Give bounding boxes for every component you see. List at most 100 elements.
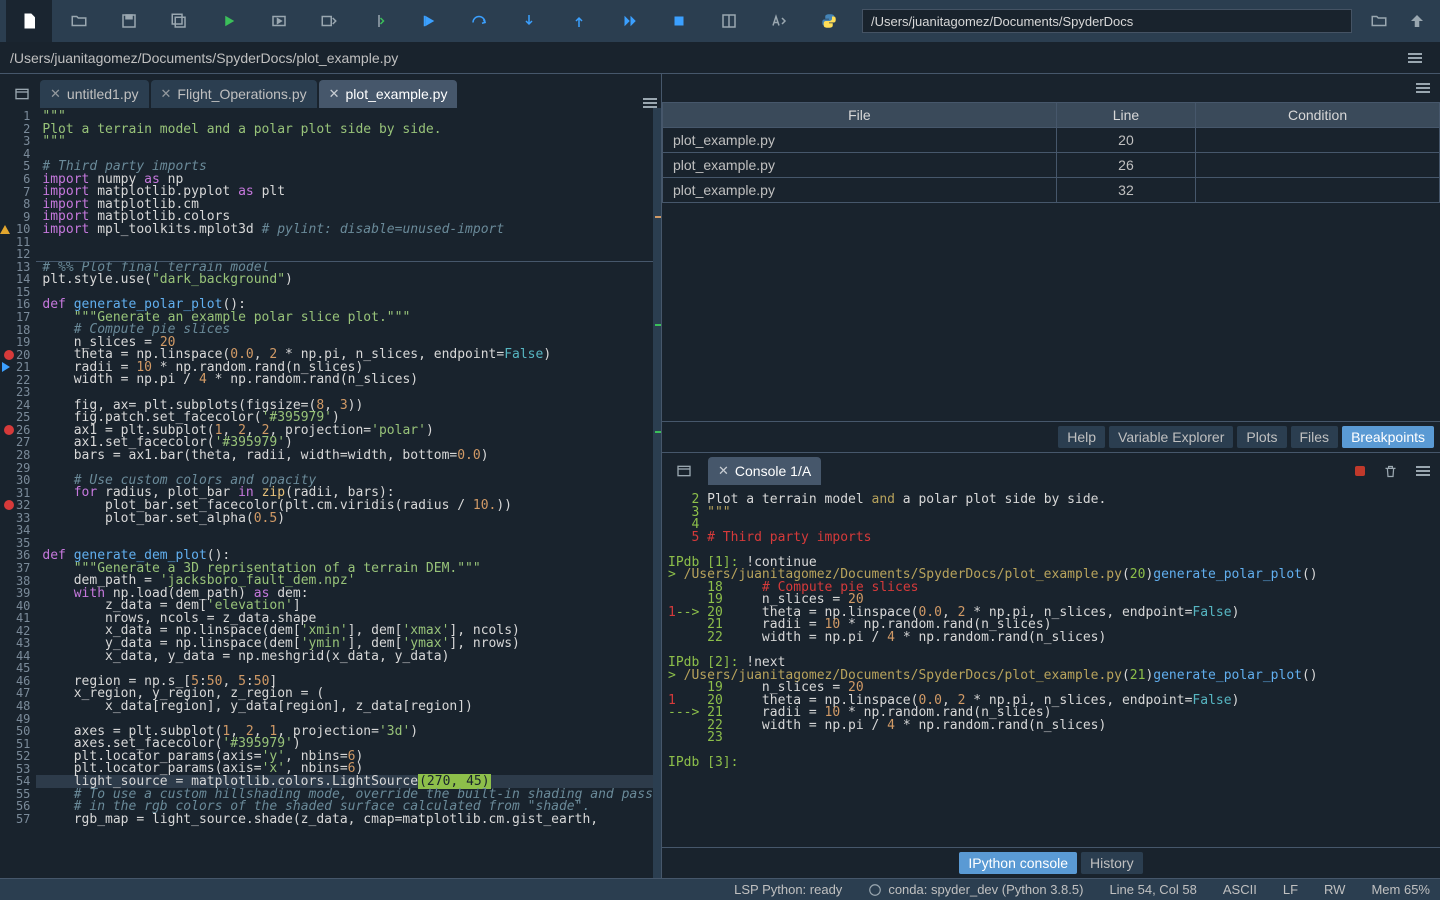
line-number[interactable]: 24: [0, 399, 36, 412]
run-selection-button[interactable]: [356, 0, 402, 42]
line-number[interactable]: 23: [0, 386, 36, 399]
console-bot-tab-history[interactable]: History: [1081, 852, 1143, 874]
table-row[interactable]: plot_example.py26: [663, 153, 1440, 178]
line-number[interactable]: 13: [0, 261, 36, 274]
line-number[interactable]: 2: [0, 123, 36, 136]
code-line[interactable]: plot_bar.set_alpha(0.5): [36, 512, 653, 525]
line-number[interactable]: 35: [0, 537, 36, 550]
line-number[interactable]: 30: [0, 474, 36, 487]
breakpoint-icon[interactable]: [4, 350, 14, 360]
line-number[interactable]: 6: [0, 173, 36, 186]
line-number[interactable]: 19: [0, 336, 36, 349]
line-number[interactable]: 27: [0, 436, 36, 449]
save-button[interactable]: [106, 0, 152, 42]
code-line[interactable]: width = np.pi / 4 * np.random.rand(n_sli…: [36, 373, 653, 386]
pane-tab-breakpoints[interactable]: Breakpoints: [1342, 426, 1434, 448]
pane-tab-variable-explorer[interactable]: Variable Explorer: [1109, 426, 1233, 448]
line-number[interactable]: 38: [0, 574, 36, 587]
line-number[interactable]: 10: [0, 223, 36, 236]
code-line[interactable]: x_region, y_region, z_region = (: [36, 687, 653, 700]
line-number[interactable]: 7: [0, 185, 36, 198]
code-line[interactable]: plot_bar.set_facecolor(plt.cm.viridis(ra…: [36, 499, 653, 512]
line-number[interactable]: 50: [0, 725, 36, 738]
line-number[interactable]: 5: [0, 160, 36, 173]
run-file-button[interactable]: [206, 0, 252, 42]
line-number[interactable]: 55: [0, 788, 36, 801]
line-number[interactable]: 14: [0, 273, 36, 286]
line-number[interactable]: 9: [0, 210, 36, 223]
line-number[interactable]: 17: [0, 311, 36, 324]
line-number[interactable]: 51: [0, 737, 36, 750]
line-number[interactable]: 49: [0, 712, 36, 725]
console-tab[interactable]: ✕ Console 1/A: [708, 457, 821, 485]
code-line[interactable]: Plot a terrain model and a polar plot si…: [36, 123, 653, 136]
code-line[interactable]: dem_path = 'jacksboro_fault_dem.npz': [36, 574, 653, 587]
console-stop-icon[interactable]: [1355, 466, 1365, 476]
browse-dir-button[interactable]: [1362, 0, 1396, 42]
code-line[interactable]: plt.style.use("dark_background"): [36, 273, 653, 286]
line-number[interactable]: 26: [0, 424, 36, 437]
code-line[interactable]: [36, 524, 653, 537]
code-line[interactable]: """: [36, 135, 653, 148]
pane-tab-plots[interactable]: Plots: [1237, 426, 1286, 448]
debug-step-out-button[interactable]: [556, 0, 602, 42]
line-number[interactable]: 57: [0, 813, 36, 826]
code-line[interactable]: [36, 235, 653, 248]
line-number[interactable]: 39: [0, 587, 36, 600]
pane-tab-help[interactable]: Help: [1058, 426, 1105, 448]
code-line[interactable]: # Compute pie slices: [36, 323, 653, 336]
line-number[interactable]: 37: [0, 562, 36, 575]
line-number[interactable]: 25: [0, 411, 36, 424]
code-line[interactable]: import matplotlib.pyplot as plt: [36, 185, 653, 198]
table-row[interactable]: plot_example.py20: [663, 128, 1440, 153]
console-options-icon[interactable]: [1416, 466, 1430, 476]
warning-icon[interactable]: [0, 225, 10, 234]
save-all-button[interactable]: [156, 0, 202, 42]
editor-tab[interactable]: ✕Flight_Operations.py: [151, 80, 317, 108]
run-cell-advance-button[interactable]: [306, 0, 352, 42]
python-path-button[interactable]: [806, 0, 852, 42]
line-number[interactable]: 8: [0, 198, 36, 211]
line-number[interactable]: 48: [0, 700, 36, 713]
line-number[interactable]: 46: [0, 675, 36, 688]
working-dir-input[interactable]: [862, 9, 1352, 33]
line-number[interactable]: 12: [0, 248, 36, 261]
breakpoints-options-icon[interactable]: [1416, 83, 1430, 93]
code-editor[interactable]: 1234567891011121314151617181920212223242…: [0, 108, 661, 878]
pane-tab-files[interactable]: Files: [1291, 426, 1339, 448]
line-number[interactable]: 29: [0, 461, 36, 474]
debug-stop-button[interactable]: [656, 0, 702, 42]
debug-button[interactable]: [406, 0, 452, 42]
console-tabs-menu-icon[interactable]: [670, 457, 698, 485]
close-icon[interactable]: ✕: [718, 463, 729, 479]
debug-step-over-button[interactable]: [456, 0, 502, 42]
editor-options-icon[interactable]: [1408, 53, 1422, 63]
line-number[interactable]: 21: [0, 361, 36, 374]
code-line[interactable]: x_data, y_data = np.meshgrid(x_data, y_d…: [36, 650, 653, 663]
run-cell-button[interactable]: [256, 0, 302, 42]
line-number[interactable]: 11: [0, 235, 36, 248]
overview-ruler[interactable]: [653, 108, 661, 878]
close-icon[interactable]: ✕: [161, 86, 172, 102]
line-number[interactable]: 1: [0, 110, 36, 123]
trash-icon[interactable]: [1383, 464, 1398, 479]
line-number[interactable]: 22: [0, 373, 36, 386]
line-number[interactable]: 34: [0, 524, 36, 537]
code-line[interactable]: import mpl_toolkits.mplot3d # pylint: di…: [36, 223, 653, 236]
editor-tabs-options-icon[interactable]: [643, 98, 657, 108]
open-file-button[interactable]: [56, 0, 102, 42]
code-line[interactable]: [36, 712, 653, 725]
debug-continue-button[interactable]: [606, 0, 652, 42]
code-line[interactable]: y_data = np.linspace(dem['ymin'], dem['y…: [36, 637, 653, 650]
line-number[interactable]: 45: [0, 662, 36, 675]
line-number[interactable]: 56: [0, 800, 36, 813]
line-number[interactable]: 32: [0, 499, 36, 512]
line-number[interactable]: 4: [0, 148, 36, 161]
line-number[interactable]: 3: [0, 135, 36, 148]
line-number[interactable]: 53: [0, 762, 36, 775]
code-line[interactable]: z_data = dem['elevation']: [36, 599, 653, 612]
close-icon[interactable]: ✕: [329, 86, 340, 102]
line-number[interactable]: 47: [0, 687, 36, 700]
line-number[interactable]: 40: [0, 599, 36, 612]
code-line[interactable]: # Third party imports: [36, 160, 653, 173]
